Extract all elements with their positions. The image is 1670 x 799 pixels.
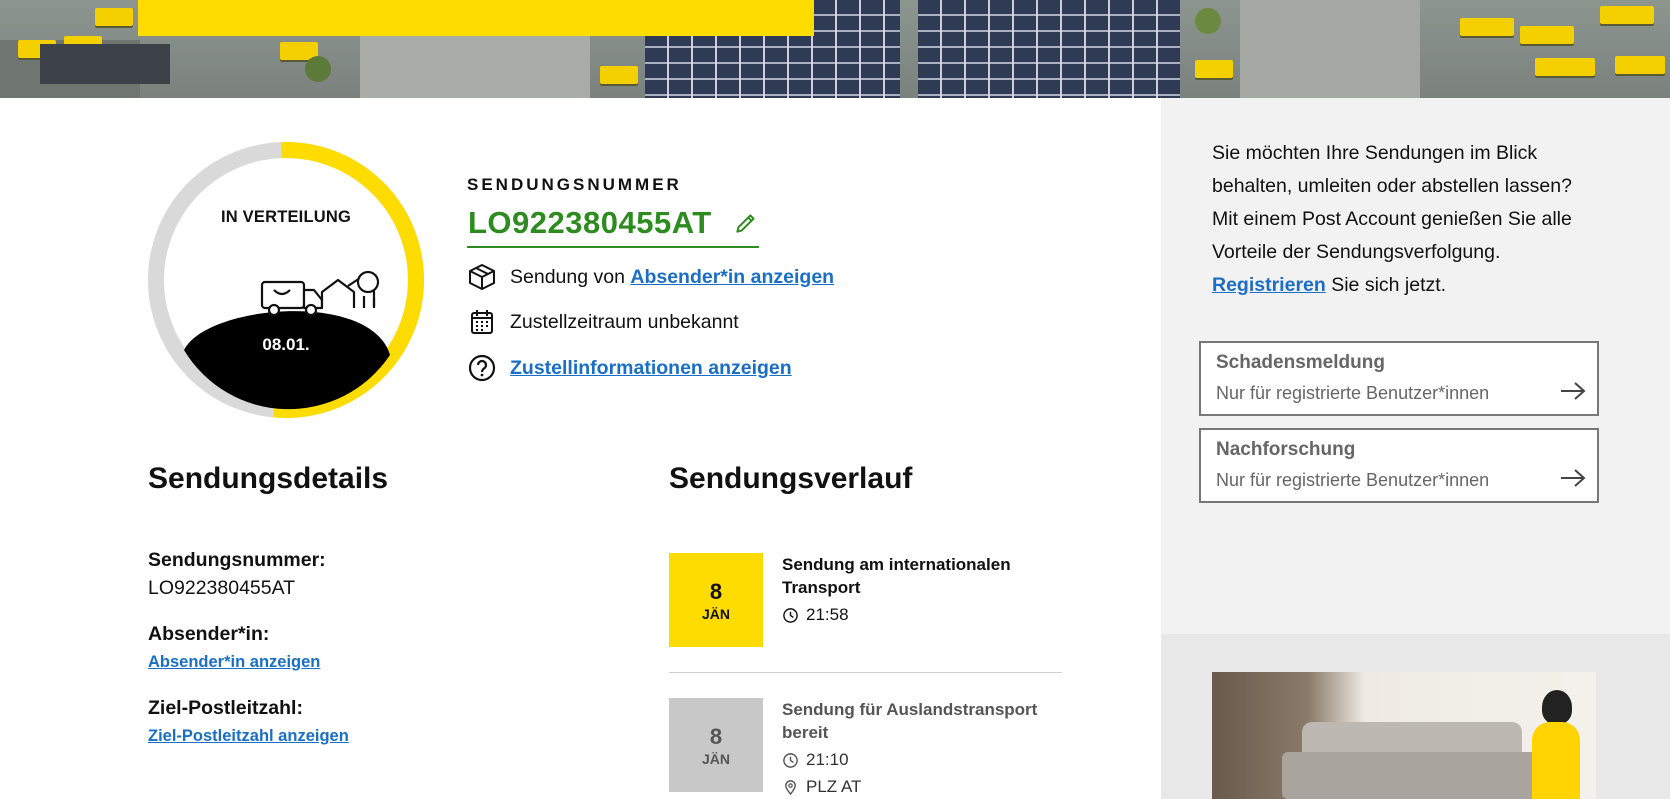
hero-yellow-banner — [138, 0, 814, 36]
event-month: JÄN — [701, 606, 730, 622]
card-title: Nachforschung — [1216, 439, 1356, 460]
event-time: 21:10 — [782, 750, 849, 770]
details-heading: Sendungsdetails — [148, 462, 389, 495]
event-day: 8 — [709, 579, 723, 604]
event-location-value: PLZ AT — [806, 777, 862, 796]
event-time-value: 21:10 — [806, 750, 849, 769]
delivery-window-text: Zustellzeitraum unbekannt — [510, 310, 739, 333]
details-number-value: LO922380455AT — [148, 577, 296, 599]
clock-icon — [783, 752, 798, 768]
register-suffix: Sie sich jetzt. — [1331, 274, 1447, 296]
hero-image — [0, 0, 1670, 98]
details-sender-link[interactable]: Absender*in anzeigen — [148, 653, 320, 672]
delivery-status-ring — [148, 142, 424, 418]
delivery-person-photo — [1212, 672, 1596, 799]
status-date: 08.01. — [262, 335, 310, 354]
status-label: IN VERTEILUNG — [220, 208, 352, 226]
card-subtitle: Nur für registrierte Benutzer*innen — [1216, 383, 1490, 403]
details-zip-label: Ziel-Postleitzahl: — [148, 697, 303, 719]
location-pin-icon — [785, 779, 796, 795]
delivery-info-row: Zustellinformationen anzeigen — [467, 353, 792, 383]
tracking-number-underline — [467, 246, 759, 248]
event-text: Sendung am internationalen Transport — [782, 555, 1011, 597]
sender-link[interactable]: Absender*in anzeigen — [630, 266, 834, 289]
damage-report-card[interactable]: Schadensmeldung Nur für registrierte Ben… — [1199, 341, 1599, 416]
tracking-number-caption: SENDUNGSNUMMER — [467, 175, 682, 194]
history-heading: Sendungsverlauf — [669, 462, 913, 495]
event-location: PLZ AT — [782, 777, 861, 797]
event-text: Sendung für Auslandstransport bereit — [782, 700, 1038, 742]
card-title: Schadensmeldung — [1216, 352, 1385, 373]
question-circle-icon — [468, 354, 496, 382]
edit-pencil-icon[interactable] — [733, 210, 759, 236]
event-date-badge: 8 JÄN — [669, 698, 763, 792]
register-link[interactable]: Registrieren — [1212, 274, 1326, 296]
delivery-window-row: Zustellzeitraum unbekannt — [467, 307, 739, 337]
event-divider — [669, 672, 1062, 673]
tracking-number[interactable]: LO922380455AT — [468, 205, 712, 241]
card-subtitle: Nur für registrierte Benutzer*innen — [1216, 470, 1490, 490]
account-promo-intro: Sie möchten Ihre Sendungen im Blick beha… — [1212, 142, 1572, 263]
clock-icon — [783, 607, 798, 623]
details-sender-label: Absender*in: — [148, 623, 270, 645]
event-month: JÄN — [701, 751, 730, 767]
details-zip-link[interactable]: Ziel-Postleitzahl anzeigen — [148, 727, 349, 746]
sender-row: Sendung von Absender*in anzeigen — [467, 262, 834, 292]
arrow-right-icon — [1561, 382, 1586, 400]
inquiry-card[interactable]: Nachforschung Nur für registrierte Benut… — [1199, 428, 1599, 503]
delivery-info-link[interactable]: Zustellinformationen anzeigen — [510, 357, 792, 380]
event-time-value: 21:58 — [806, 605, 849, 624]
package-icon — [469, 264, 495, 290]
house-icon — [320, 270, 380, 308]
account-promo-text: Sie möchten Ihre Sendungen im Blick beha… — [1212, 137, 1602, 302]
event-day: 8 — [709, 724, 723, 749]
arrow-right-icon — [1561, 469, 1586, 487]
sender-prefix: Sendung von — [510, 265, 625, 288]
details-number-label: Sendungsnummer: — [148, 549, 326, 571]
event-date-badge: 8 JÄN — [669, 553, 763, 647]
calendar-icon — [471, 310, 493, 334]
delivery-van-icon — [260, 280, 324, 317]
event-time: 21:58 — [782, 605, 849, 625]
